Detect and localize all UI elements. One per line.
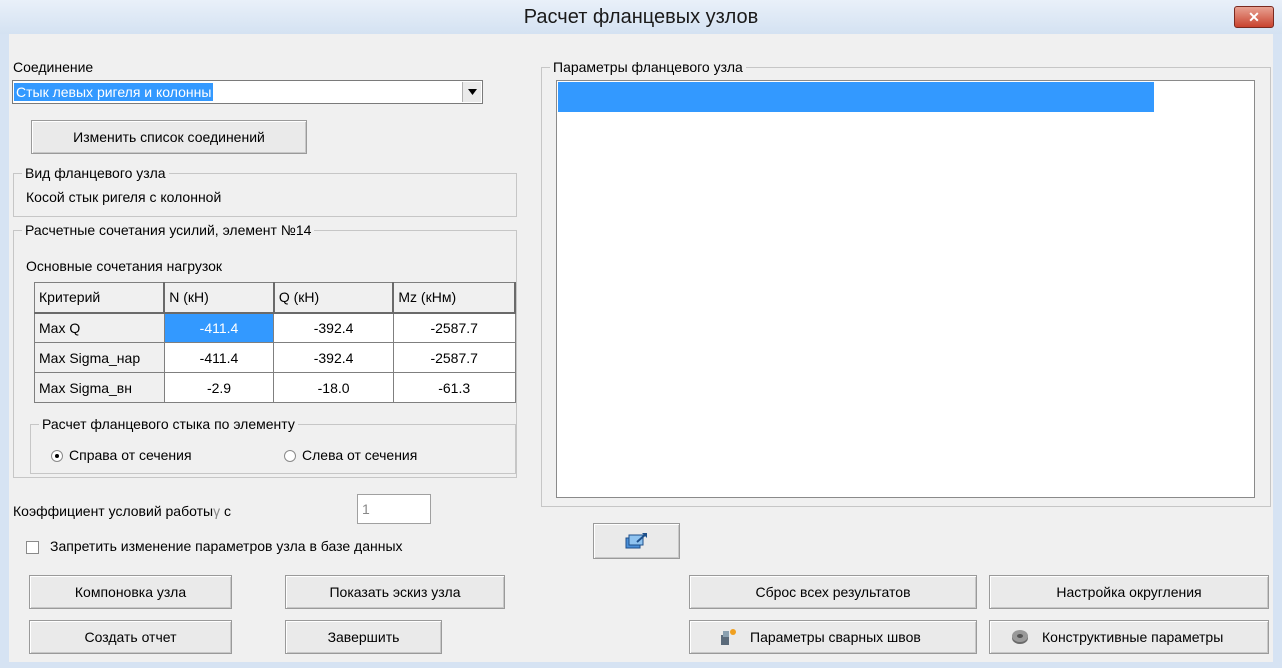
table-row[interactable]: Max Sigma_вн -2.9 -18.0 -61.3 (34, 372, 516, 403)
gear-icon (1012, 630, 1028, 644)
table-cell[interactable]: -18.0 (273, 372, 394, 403)
right-side-label: Справа от сечения (69, 447, 192, 463)
column-header: Q (кН) (273, 282, 395, 314)
column-header: N (кН) (163, 282, 275, 314)
table-cell[interactable]: -411.4 (163, 342, 275, 373)
weld-icon (721, 629, 736, 645)
table-cell[interactable]: -2.9 (163, 372, 275, 403)
title-bar: Расчет фланцевых узлов ✕ (0, 0, 1282, 34)
node-type-value: Косой стык ригеля с колонной (26, 189, 222, 205)
layout-button[interactable]: Компоновка узла (29, 575, 232, 609)
export-icon (625, 533, 647, 549)
close-button[interactable]: ✕ (1234, 6, 1274, 28)
report-button[interactable]: Создать отчет (29, 620, 232, 654)
column-header: Mz (кНм) (392, 282, 516, 314)
connection-label: Соединение (13, 59, 94, 75)
coef-label: Коэффициент условий работыγ c (13, 503, 231, 519)
weld-params-button[interactable]: Параметры сварных швов (689, 620, 977, 654)
left-side-label: Слева от сечения (302, 447, 418, 463)
dialog-body: Соединение Стык левых ригеля и колонны И… (9, 34, 1273, 662)
coef-value: 1 (362, 501, 370, 517)
radio-dot (55, 454, 59, 458)
app-window: Расчет фланцевых узлов ✕ Соединение Стык… (0, 0, 1282, 668)
table-cell[interactable]: -392.4 (273, 312, 394, 343)
left-side-radio[interactable] (284, 450, 296, 462)
connection-select[interactable]: Стык левых ригеля и колонны (12, 80, 483, 104)
dropdown-button[interactable] (462, 82, 481, 102)
table-cell[interactable]: -2587.7 (392, 312, 516, 343)
params-list[interactable] (556, 80, 1255, 498)
params-legend: Параметры фланцевого узла (550, 59, 746, 75)
row-header: Max Sigma_нар (34, 342, 165, 373)
export-button[interactable] (593, 523, 680, 559)
table-cell[interactable]: -2587.7 (392, 342, 516, 373)
right-side-radio[interactable] (51, 450, 63, 462)
constructive-params-button[interactable]: Конструктивные параметры (989, 620, 1269, 654)
forces-subtitle: Основные сочетания нагрузок (26, 258, 223, 274)
forces-table: Критерий N (кН) Q (кН) Mz (кНм) Max Q -4… (34, 282, 516, 403)
constructive-params-label: Конструктивные параметры (1042, 629, 1224, 645)
finish-button[interactable]: Завершить (285, 620, 442, 654)
change-connections-button[interactable]: Изменить список соединений (31, 120, 307, 154)
lock-checkbox-label: Запретить изменение параметров узла в ба… (50, 538, 403, 554)
close-icon: ✕ (1248, 8, 1260, 25)
params-selected-row[interactable] (558, 82, 1154, 112)
forces-legend: Расчетные сочетания усилий, элемент №14 (22, 222, 315, 238)
sketch-button[interactable]: Показать эскиз узла (285, 575, 505, 609)
lock-checkbox[interactable] (26, 541, 39, 554)
window-title: Расчет фланцевых узлов (523, 6, 759, 28)
gamma-symbol: γ (213, 503, 221, 519)
weld-params-label: Параметры сварных швов (750, 629, 921, 645)
chevron-down-icon (467, 89, 477, 95)
coef-text: Коэффициент условий работы (13, 503, 214, 519)
table-cell[interactable]: -61.3 (392, 372, 516, 403)
coef-subscript: c (223, 503, 231, 519)
table-row[interactable]: Max Sigma_нар -411.4 -392.4 -2587.7 (34, 342, 516, 373)
column-header: Критерий (34, 282, 166, 314)
rounding-settings-button[interactable]: Настройка округления (989, 575, 1269, 609)
table-row[interactable]: Max Q -411.4 -392.4 -2587.7 (34, 312, 516, 343)
table-cell[interactable]: -392.4 (273, 342, 394, 373)
connection-selected-value: Стык левых ригеля и колонны (14, 83, 214, 101)
table-cell[interactable]: -411.4 (163, 312, 275, 343)
side-legend: Расчет фланцевого стыка по элементу (39, 416, 298, 432)
coef-input[interactable]: 1 (357, 494, 431, 524)
row-header: Max Q (34, 312, 165, 343)
table-header-row: Критерий N (кН) Q (кН) Mz (кНм) (34, 282, 516, 314)
row-header: Max Sigma_вн (34, 372, 165, 403)
node-type-legend: Вид фланцевого узла (22, 165, 169, 181)
reset-results-button[interactable]: Сброс всех результатов (689, 575, 977, 609)
